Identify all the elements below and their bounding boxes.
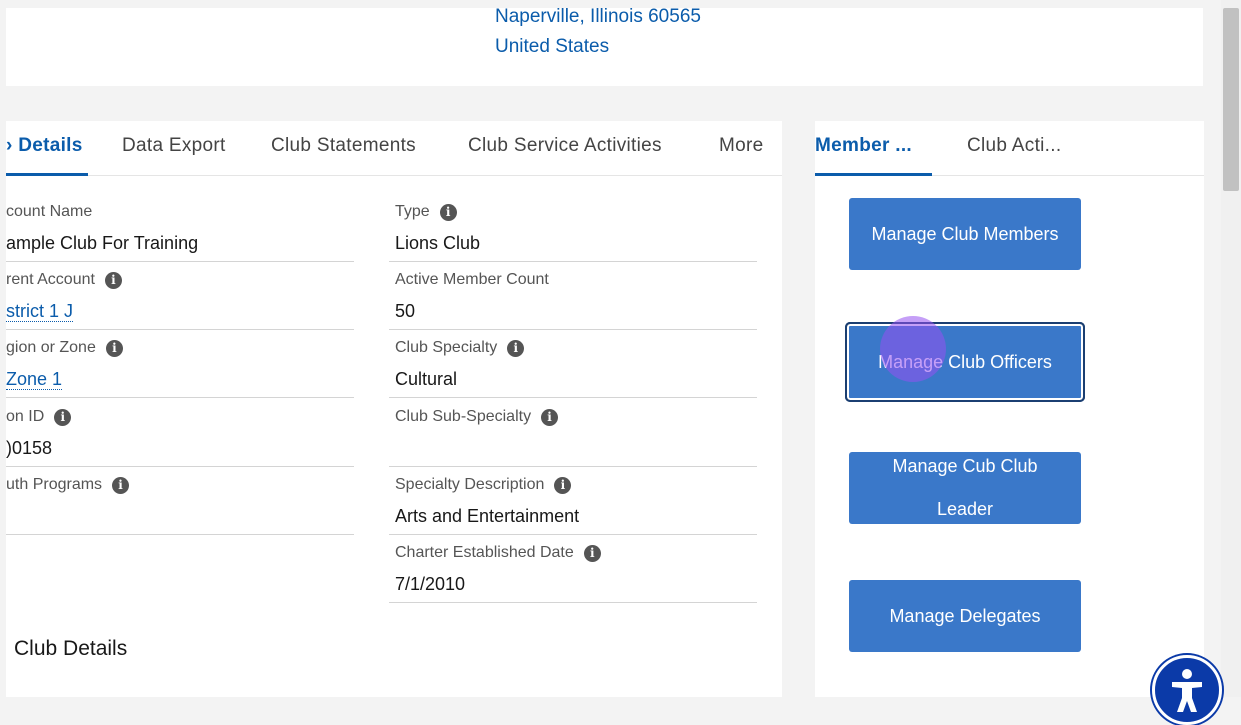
- field-value: 50: [395, 301, 416, 321]
- field-lion-id: on ID i )0158: [6, 398, 354, 467]
- field-label: Active Member Count: [395, 271, 549, 288]
- field-region-zone: gion or Zone i Zone 1: [6, 329, 354, 398]
- tab-club-statements[interactable]: Club Statements: [271, 135, 416, 157]
- field-label: uth Programs: [6, 476, 103, 493]
- field-value: Cultural: [395, 369, 458, 389]
- info-icon[interactable]: i: [507, 339, 525, 357]
- tab-data-export[interactable]: Data Export: [122, 135, 226, 157]
- info-icon[interactable]: i: [112, 476, 130, 494]
- page-scrollbar[interactable]: [1221, 0, 1241, 697]
- manage-club-members-button[interactable]: Manage Club Members: [849, 198, 1081, 270]
- details-tabbar: › Details Data Export Club Statements Cl…: [6, 121, 782, 176]
- field-youth-programs: uth Programs i: [6, 466, 354, 535]
- field-value: 7/1/2010: [395, 574, 466, 594]
- field-specialty-description: Specialty Description i Arts and Entertai…: [389, 466, 757, 535]
- field-label: on ID: [6, 408, 45, 425]
- tab-club-service-activities[interactable]: Club Service Activities: [468, 135, 662, 157]
- info-icon[interactable]: i: [105, 339, 123, 357]
- field-value: Lions Club: [395, 233, 481, 253]
- info-icon[interactable]: i: [541, 408, 559, 426]
- manage-cub-club-leader-button[interactable]: Manage Cub Club Leader: [849, 452, 1081, 524]
- field-value: Arts and Entertainment: [395, 506, 580, 526]
- accessibility-icon[interactable]: [1152, 655, 1222, 725]
- region-zone-link[interactable]: Zone 1: [6, 369, 63, 390]
- tab-member-actions[interactable]: Member ...: [815, 135, 912, 157]
- side-tabbar: Member ... Club Acti...: [815, 121, 1204, 176]
- field-parent-account: rent Account i strict 1 J: [6, 261, 354, 330]
- details-panel: › Details Data Export Club Statements Cl…: [6, 121, 782, 697]
- field-club-sub-specialty: Club Sub-Specialty i: [389, 398, 757, 467]
- field-club-specialty: Club Specialty i Cultural: [389, 329, 757, 398]
- manage-delegates-button[interactable]: Manage Delegates: [849, 580, 1081, 652]
- field-label: count Name: [6, 203, 93, 220]
- address-country-line: United States: [495, 36, 610, 57]
- field-label: Club Sub-Specialty: [395, 408, 532, 425]
- field-type: Type i Lions Club: [389, 193, 757, 262]
- manage-club-officers-button[interactable]: Manage Club Officers: [845, 322, 1085, 402]
- field-charter-date: Charter Established Date i 7/1/2010: [389, 534, 757, 603]
- address-card: Naperville, Illinois 60565 United States: [6, 6, 1203, 86]
- field-label: Type: [395, 203, 430, 220]
- info-icon[interactable]: i: [54, 408, 72, 426]
- section-title-club-details: Club Details: [14, 637, 128, 660]
- field-value: )0158: [6, 438, 53, 458]
- scrollbar-thumb[interactable]: [1223, 8, 1239, 191]
- tab-details[interactable]: › Details: [6, 135, 83, 157]
- info-icon[interactable]: i: [554, 476, 572, 494]
- info-icon[interactable]: i: [439, 203, 457, 221]
- field-label: rent Account: [6, 271, 95, 288]
- field-label: Specialty Description: [395, 476, 545, 493]
- member-actions-panel: Member ... Club Acti... Manage Club Memb…: [815, 121, 1204, 697]
- field-value: ample Club For Training: [6, 233, 199, 253]
- address-city-line: Naperville, Illinois 60565: [495, 6, 701, 27]
- field-label: Club Specialty: [395, 339, 498, 356]
- field-label: gion or Zone: [6, 339, 96, 356]
- tab-more[interactable]: More: [719, 135, 764, 157]
- field-active-member-count: Active Member Count 50: [389, 261, 757, 330]
- field-account-name: count Name ample Club For Training: [6, 193, 354, 262]
- active-tab-indicator: [6, 173, 88, 176]
- button-label-line1: Manage Cub Club: [892, 456, 1038, 476]
- active-tab-indicator: [815, 173, 932, 176]
- info-icon[interactable]: i: [583, 544, 601, 562]
- info-icon[interactable]: i: [104, 271, 122, 289]
- parent-account-link[interactable]: strict 1 J: [6, 301, 74, 322]
- button-label-line2: Leader: [936, 499, 994, 519]
- tab-club-activities[interactable]: Club Acti...: [967, 135, 1061, 157]
- field-label: Charter Established Date: [395, 544, 574, 561]
